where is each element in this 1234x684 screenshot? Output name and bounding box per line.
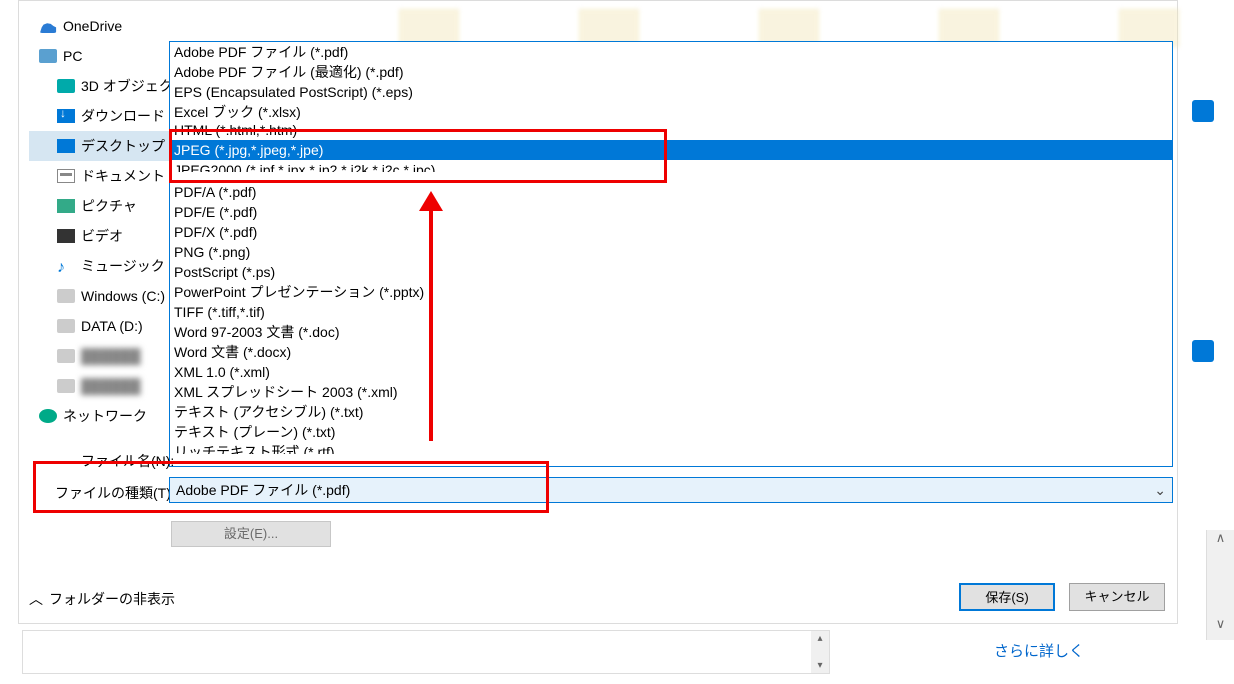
tree-item[interactable]: ダウンロード [29, 101, 189, 131]
file-type-combobox-value: Adobe PDF ファイル (*.pdf) [176, 480, 350, 500]
downloads-icon [57, 109, 75, 123]
tree-item-label: Windows (C:) [81, 288, 165, 304]
hide-folders-label: フォルダーの非表示 [49, 589, 175, 609]
tree-item-label: DATA (D:) [81, 318, 143, 334]
cloud-icon [39, 19, 57, 33]
documents-icon [57, 169, 75, 183]
file-type-option[interactable]: TIFF (*.tiff,*.tif) [170, 302, 1172, 322]
chevron-up-icon: ︿ [29, 589, 43, 609]
file-type-option[interactable]: Word 97-2003 文書 (*.doc) [170, 322, 1172, 342]
music-icon: ♪ [57, 259, 75, 273]
tree-item-label: ██████ [81, 378, 141, 394]
file-type-dropdown-list[interactable]: Adobe PDF ファイル (*.pdf)Adobe PDF ファイル (最適… [169, 41, 1173, 467]
tree-item-label: OneDrive [63, 18, 122, 34]
file-type-option[interactable]: PostScript (*.ps) [170, 262, 1172, 282]
file-type-option[interactable]: Adobe PDF ファイル (*.pdf) [170, 42, 1172, 62]
background-panel: ▴▾ [22, 630, 830, 674]
tree-item[interactable]: ネットワーク [29, 401, 189, 431]
file-type-option[interactable]: Excel ブック (*.xlsx) [170, 102, 1172, 122]
tree-item[interactable]: 3D オブジェクト [29, 71, 189, 101]
tree-item[interactable]: ██████ [29, 341, 189, 371]
tree-item-label: ドキュメント [81, 166, 165, 186]
chevron-down-icon: ⌄ [1154, 482, 1166, 499]
tree-item[interactable]: ビデオ [29, 221, 189, 251]
file-type-option[interactable]: PowerPoint プレゼンテーション (*.pptx) [170, 282, 1172, 302]
tree-item[interactable]: OneDrive [29, 11, 189, 41]
drive-icon [57, 349, 75, 363]
tree-item-label: PC [63, 48, 82, 64]
videos-icon [57, 229, 75, 243]
file-type-option[interactable]: JPEG (*.jpg,*.jpeg,*.jpe) [170, 140, 1172, 160]
tree-item[interactable]: ドキュメント [29, 161, 189, 191]
tree-item-label: ビデオ [81, 226, 123, 246]
pictures-icon [57, 199, 75, 213]
file-type-option[interactable]: HTML (*.html,*.htm) [170, 126, 1172, 140]
tree-item-label: ネットワーク [63, 406, 147, 426]
network-icon [39, 409, 57, 423]
file-type-option[interactable]: JPEG2000 (*.jpf,*.jpx,*.jp2,*.j2k,*.j2c,… [170, 160, 1172, 172]
background-badge-1 [1192, 100, 1214, 122]
file-type-combobox[interactable]: Adobe PDF ファイル (*.pdf) ⌄ [169, 477, 1173, 503]
background-panel-scrollbar[interactable]: ▴▾ [811, 631, 829, 673]
settings-button[interactable]: 設定(E)... [171, 521, 331, 547]
3d-objects-icon [57, 79, 75, 93]
tree-item-label: ██████ [81, 348, 141, 364]
background-badge-2 [1192, 340, 1214, 362]
tree-item-label: ピクチャ [81, 196, 137, 216]
file-type-option[interactable]: EPS (Encapsulated PostScript) (*.eps) [170, 82, 1172, 102]
file-type-option[interactable]: テキスト (アクセシブル) (*.txt) [170, 402, 1172, 422]
tree-item-label: デスクトップ [81, 136, 165, 156]
drive-icon [57, 319, 75, 333]
file-type-option[interactable]: PDF/E (*.pdf) [170, 202, 1172, 222]
file-type-option[interactable]: PDF/A (*.pdf) [170, 182, 1172, 202]
tree-item[interactable]: デスクトップ [29, 131, 189, 161]
background-scrollbar[interactable] [1206, 530, 1234, 640]
drive-icon [57, 289, 75, 303]
tree-item[interactable]: ♪ ミュージック [29, 251, 189, 281]
dialog-button-bar: 保存(S) キャンセル [959, 583, 1165, 611]
file-type-option[interactable]: リッチテキスト形式 (*.rtf) [170, 442, 1172, 454]
hide-folders-toggle[interactable]: ︿ フォルダーの非表示 [29, 589, 175, 609]
filename-label: ファイル名(N): [81, 451, 174, 471]
drive-icon [57, 379, 75, 393]
tree-item-label: ダウンロード [81, 106, 165, 126]
tree-item[interactable]: DATA (D:) [29, 311, 189, 341]
file-type-option[interactable]: Adobe PDF ファイル (最適化) (*.pdf) [170, 62, 1172, 82]
more-details-link[interactable]: さらに詳しく [994, 640, 1084, 661]
file-type-option[interactable]: Word 文書 (*.docx) [170, 342, 1172, 362]
file-type-option[interactable]: PNG (*.png) [170, 242, 1172, 262]
desktop-icon [57, 139, 75, 153]
file-type-option[interactable]: XML 1.0 (*.xml) [170, 362, 1172, 382]
file-type-option[interactable]: PDF/X (*.pdf) [170, 222, 1172, 242]
tree-item[interactable]: Windows (C:) [29, 281, 189, 311]
cancel-button[interactable]: キャンセル [1069, 583, 1165, 611]
tree-item[interactable]: ██████ [29, 371, 189, 401]
folder-tree: OneDrive PC 3D オブジェクトダウンロードデスクトップドキュメントピクチ… [29, 11, 189, 431]
file-type-option[interactable]: テキスト (プレーン) (*.txt) [170, 422, 1172, 442]
save-as-dialog: OneDrive PC 3D オブジェクトダウンロードデスクトップドキュメントピクチ… [18, 0, 1178, 624]
tree-item[interactable]: ピクチャ [29, 191, 189, 221]
tree-item[interactable]: PC [29, 41, 189, 71]
filetype-label: ファイルの種類(T): [55, 483, 175, 503]
file-type-option[interactable]: XML スプレッドシート 2003 (*.xml) [170, 382, 1172, 402]
save-button[interactable]: 保存(S) [959, 583, 1055, 611]
tree-item-label: ミュージック [81, 256, 165, 276]
pc-icon [39, 49, 57, 63]
